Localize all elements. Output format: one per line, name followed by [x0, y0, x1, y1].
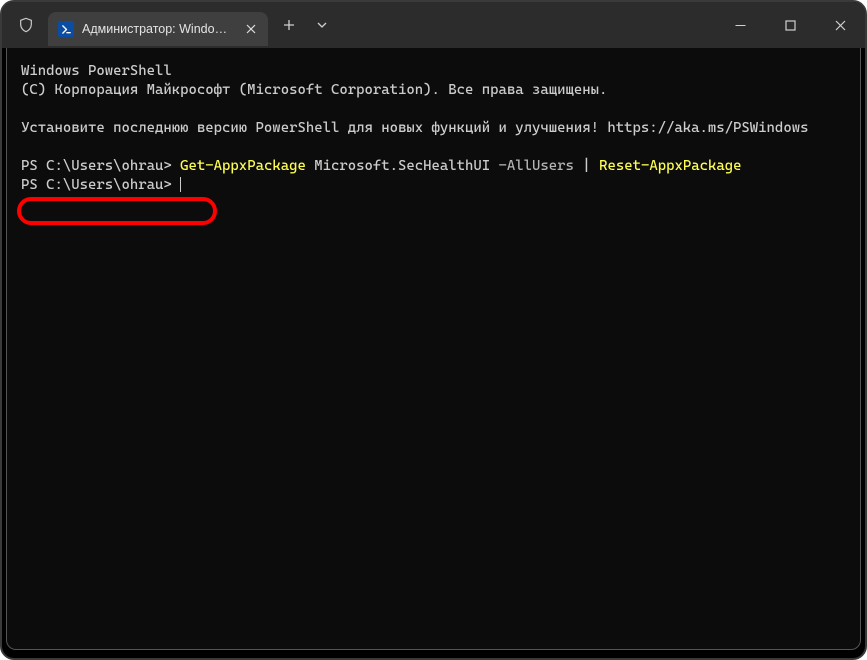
tab-title: Администратор: Windows PowerShell: [82, 22, 234, 36]
tab-powershell[interactable]: Администратор: Windows PowerShell: [48, 12, 268, 46]
close-window-button[interactable]: [815, 2, 865, 48]
prompt: PS C:\Users\ohrau>: [21, 158, 180, 174]
tab-strip: Администратор: Windows PowerShell: [2, 2, 715, 48]
maximize-button[interactable]: [765, 2, 815, 48]
powershell-icon: [58, 21, 74, 37]
close-tab-button[interactable]: [242, 20, 260, 38]
output-line: (C) Корпорация Майкрософт (Microsoft Cor…: [21, 82, 607, 98]
cmd-pipe: |: [574, 158, 599, 174]
cmdlet-name: Reset-AppxPackage: [599, 158, 741, 174]
tab-dropdown-button[interactable]: [310, 10, 334, 40]
new-tab-button[interactable]: [272, 10, 306, 40]
cursor: [180, 177, 181, 192]
output-line: Windows PowerShell: [21, 63, 172, 79]
cmd-argument: Microsoft.SecHealthUI: [306, 158, 499, 174]
output-line: Установите последнюю версию PowerShell д…: [21, 120, 808, 136]
cmd-flag: -AllUsers: [499, 158, 574, 174]
shield-icon: [8, 9, 44, 41]
prompt: PS C:\Users\ohrau>: [21, 177, 180, 193]
minimize-button[interactable]: [715, 2, 765, 48]
window-controls: [715, 2, 865, 48]
cmdlet-name: Get-AppxPackage: [180, 158, 306, 174]
terminal-content[interactable]: Windows PowerShell (C) Корпорация Майкро…: [6, 48, 861, 650]
title-bar: Администратор: Windows PowerShell: [2, 2, 865, 48]
terminal-window: Администратор: Windows PowerShell: [0, 0, 867, 660]
